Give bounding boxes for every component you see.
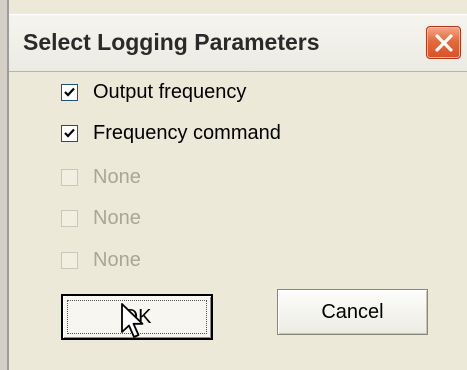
parameter-row-output-frequency[interactable]: Output frequency	[61, 79, 246, 105]
window-title: Select Logging Parameters	[23, 29, 320, 55]
title-bar[interactable]: Select Logging Parameters	[9, 14, 467, 72]
cancel-button-label: Cancel	[321, 300, 384, 323]
cancel-button[interactable]: Cancel	[277, 289, 428, 335]
checkbox-none-1	[61, 168, 78, 186]
checkbox-label: None	[93, 165, 141, 188]
checkbox-output-frequency[interactable]	[61, 83, 78, 101]
checkbox-none-2	[61, 209, 78, 227]
checkbox-frequency-command[interactable]	[61, 124, 78, 142]
checkbox-label: None	[93, 206, 141, 229]
ok-button[interactable]: OK	[61, 294, 213, 340]
close-button[interactable]	[426, 26, 461, 59]
checkbox-label: Frequency command	[93, 121, 281, 144]
parameter-row-none-3: None	[61, 247, 141, 273]
parameter-row-none-1: None	[61, 164, 141, 190]
window-frame-edge	[0, 0, 9, 370]
checkbox-none-3	[61, 251, 78, 269]
checkbox-label: None	[93, 248, 141, 271]
checkbox-label: Output frequency	[93, 80, 247, 103]
close-x-icon	[435, 34, 453, 52]
focus-rectangle	[67, 300, 207, 334]
checkmark-icon	[64, 128, 75, 138]
dialog-window: Select Logging Parameters Output frequen…	[0, 0, 467, 370]
dialog-body: Output frequency Frequency command None …	[9, 72, 467, 370]
parameter-row-none-2: None	[61, 205, 141, 231]
checkmark-icon	[64, 87, 75, 97]
parameter-row-frequency-command[interactable]: Frequency command	[61, 120, 281, 146]
